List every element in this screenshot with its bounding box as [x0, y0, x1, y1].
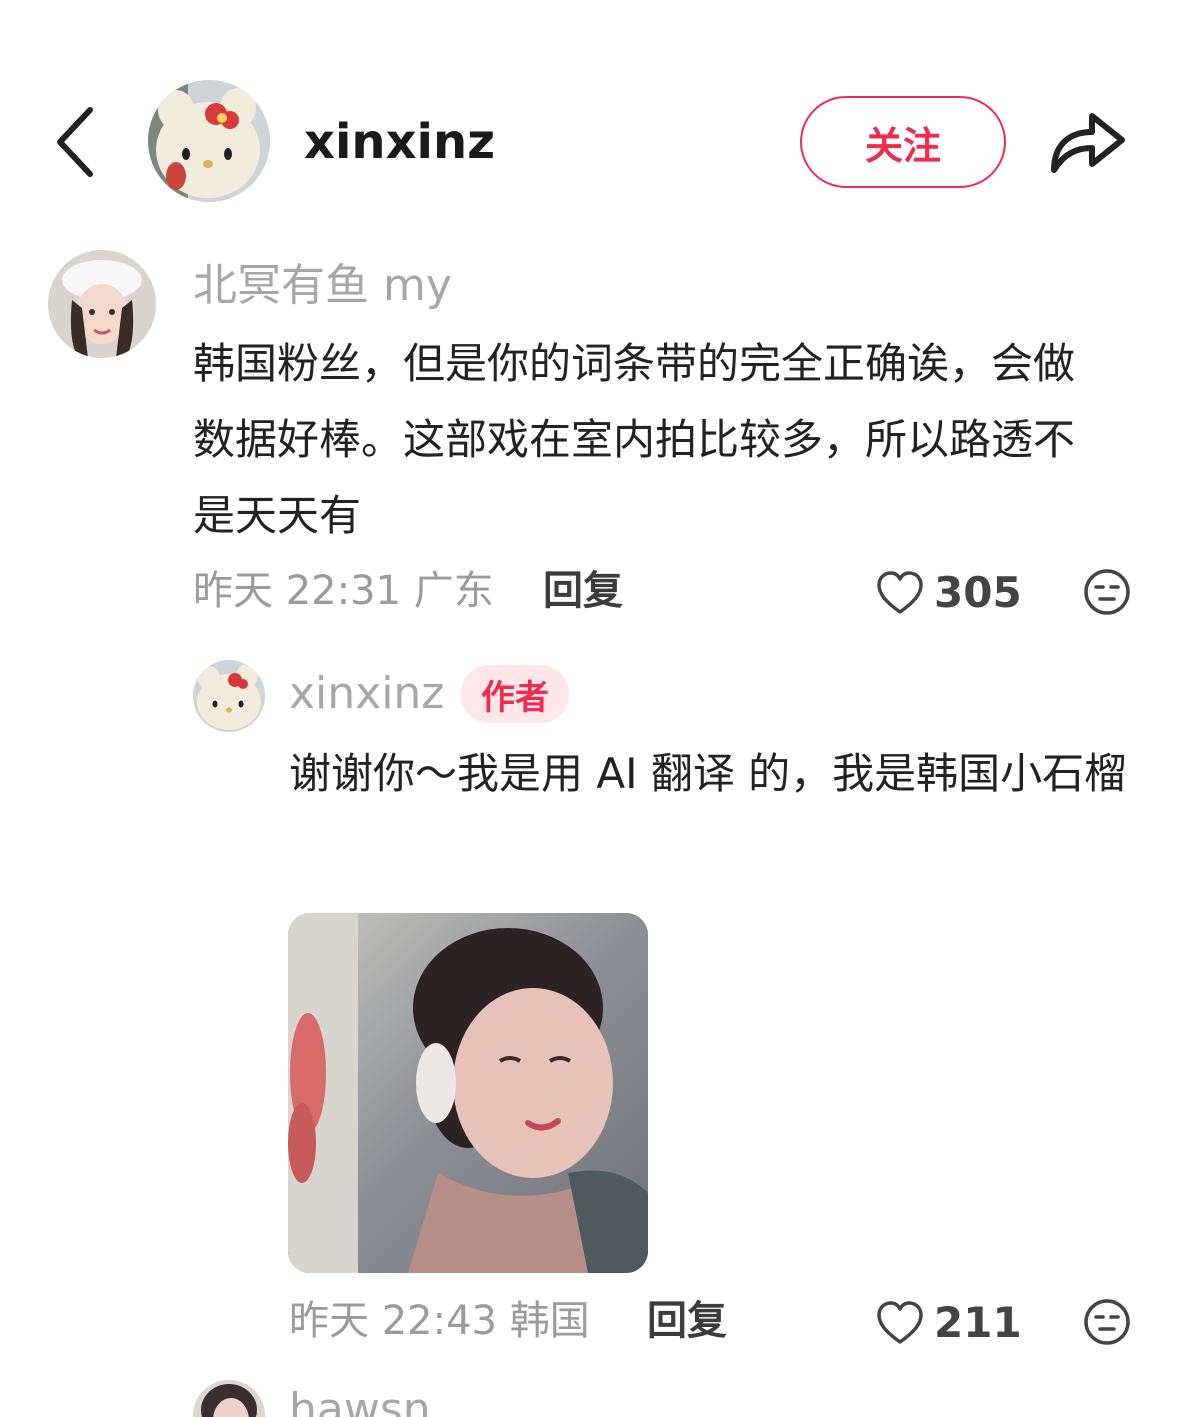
next-reply-avatar-image	[193, 1380, 265, 1417]
author-badge: 作者	[461, 665, 569, 723]
reply-like-count: 211	[934, 1298, 1022, 1347]
hello-kitty-avatar-image	[193, 660, 265, 732]
reply-reply-button[interactable]: 回复	[647, 1296, 727, 1346]
reply-photo	[288, 913, 648, 1273]
reply-text[interactable]: 谢谢你～我是用 AI 翻译 的，我是韩国小石榴	[289, 736, 1149, 812]
reply-item: xinxinz 作者 谢谢你～我是用 AI 翻译 的，我是韩国小石榴 昨天 22…	[0, 0, 1179, 1417]
reply-avatar[interactable]	[193, 660, 265, 732]
reply-image[interactable]	[288, 913, 648, 1273]
emoji-reaction-icon[interactable]	[1083, 1298, 1131, 1346]
next-reply-item: hawsn	[0, 1370, 1179, 1417]
heart-icon[interactable]	[876, 1300, 924, 1346]
next-reply-username[interactable]: hawsn	[289, 1382, 431, 1417]
next-reply-avatar[interactable]	[193, 1380, 265, 1417]
reply-username[interactable]: xinxinz	[289, 666, 444, 722]
reply-time-location: 昨天 22:43 韩国	[289, 1298, 590, 1344]
